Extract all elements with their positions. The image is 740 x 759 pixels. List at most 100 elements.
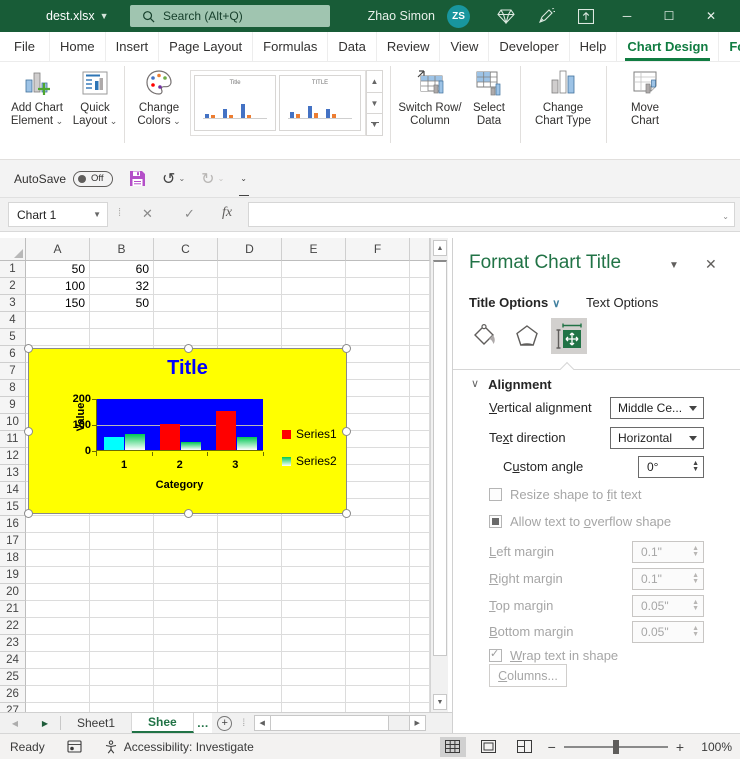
quick-layout-button[interactable]: Quick Layout xyxy=(70,66,120,128)
grid-cell-F10[interactable] xyxy=(346,414,410,431)
grid-cell-C22[interactable] xyxy=(154,618,218,635)
grid-cell-F3[interactable] xyxy=(346,295,410,312)
row-header-21[interactable]: 21 xyxy=(0,601,26,618)
bar-series1-cat3[interactable] xyxy=(216,411,236,450)
grid-cell-E16[interactable] xyxy=(282,516,346,533)
grid-cell-D22[interactable] xyxy=(218,618,282,635)
pane-close-icon[interactable]: ✕ xyxy=(705,256,717,273)
grid-cell-B18[interactable] xyxy=(90,550,154,567)
grid-cell-A22[interactable] xyxy=(26,618,90,635)
grid-cell-partial[interactable] xyxy=(410,550,430,567)
grid-cell-B4[interactable] xyxy=(90,312,154,329)
grid-cell-partial[interactable] xyxy=(410,618,430,635)
grid-cell-partial[interactable] xyxy=(410,635,430,652)
grid-cell-C2[interactable] xyxy=(154,278,218,295)
grid-cell-partial[interactable] xyxy=(410,278,430,295)
chart-handle-bottom-middle[interactable] xyxy=(184,509,193,518)
scroll-left-icon[interactable]: ◀ xyxy=(255,716,271,730)
grid-cell-A16[interactable] xyxy=(26,516,90,533)
formula-input[interactable]: ⌄ xyxy=(248,202,735,227)
pane-options-dropdown-icon[interactable]: ▼ xyxy=(669,260,679,271)
horizontal-scrollbar[interactable]: ◀ ▶ xyxy=(254,715,426,731)
page-break-view-button[interactable] xyxy=(512,737,538,757)
grid-cell-C3[interactable] xyxy=(154,295,218,312)
grid-cell-D27[interactable] xyxy=(218,703,282,712)
select-all-corner[interactable] xyxy=(0,238,26,261)
chart-handle-bottom-left[interactable] xyxy=(24,509,33,518)
grid-cell-A3[interactable]: 150 xyxy=(26,295,90,312)
grid-cell-B3[interactable]: 50 xyxy=(90,295,154,312)
grid-cell-C25[interactable] xyxy=(154,669,218,686)
grid-cell-partial[interactable] xyxy=(410,652,430,669)
row-header-18[interactable]: 18 xyxy=(0,550,26,567)
grid-cell-D2[interactable] xyxy=(218,278,282,295)
autosave-toggle[interactable]: Off xyxy=(73,171,113,187)
row-header-10[interactable]: 10 xyxy=(0,414,26,431)
grid-cell-partial[interactable] xyxy=(410,380,430,397)
gallery-scroll-up-button[interactable]: ▲ xyxy=(366,70,383,93)
vertical-scroll-thumb[interactable] xyxy=(433,260,447,656)
row-header-3[interactable]: 3 xyxy=(0,295,26,312)
zoom-out-icon[interactable]: − xyxy=(548,739,556,755)
row-header-5[interactable]: 5 xyxy=(0,329,26,346)
row-header-22[interactable]: 22 xyxy=(0,618,26,635)
grid-cell-partial[interactable] xyxy=(410,516,430,533)
tab-chart-design[interactable]: Chart Design xyxy=(617,32,719,61)
tab-formulas[interactable]: Formulas xyxy=(253,32,328,61)
bar-series1-cat2[interactable] xyxy=(160,424,180,450)
grid-cell-F17[interactable] xyxy=(346,533,410,550)
grid-cell-F1[interactable] xyxy=(346,261,410,278)
close-button[interactable]: ✕ xyxy=(690,0,732,32)
chart-handle-top-middle[interactable] xyxy=(184,344,193,353)
grid-cell-E24[interactable] xyxy=(282,652,346,669)
row-header-13[interactable]: 13 xyxy=(0,465,26,482)
grid-cell-A27[interactable] xyxy=(26,703,90,712)
row-header-11[interactable]: 11 xyxy=(0,431,26,448)
row-header-23[interactable]: 23 xyxy=(0,635,26,652)
grid-cell-D25[interactable] xyxy=(218,669,282,686)
grid-cell-partial[interactable] xyxy=(410,329,430,346)
grid-cell-partial[interactable] xyxy=(410,363,430,380)
normal-view-button[interactable] xyxy=(440,737,466,757)
custom-angle-spinner[interactable]: 0° ▲▼ xyxy=(638,456,704,478)
zoom-track[interactable] xyxy=(564,746,668,748)
column-header-F[interactable]: F xyxy=(346,238,410,261)
grid-cell-C16[interactable] xyxy=(154,516,218,533)
tab-text-options[interactable]: Text Options xyxy=(586,295,658,310)
scroll-up-icon[interactable]: ▲ xyxy=(433,240,447,256)
customize-qat-button[interactable]: ⌄ xyxy=(240,176,247,182)
grid-cell-F14[interactable] xyxy=(346,482,410,499)
row-header-17[interactable]: 17 xyxy=(0,533,26,550)
grid-cell-A17[interactable] xyxy=(26,533,90,550)
row-header-1[interactable]: 1 xyxy=(0,261,26,278)
grid-cell-partial[interactable] xyxy=(410,465,430,482)
vertical-alignment-dropdown[interactable]: Middle Ce... xyxy=(610,397,704,419)
row-header-20[interactable]: 20 xyxy=(0,584,26,601)
row-header-16[interactable]: 16 xyxy=(0,516,26,533)
grid-cell-B27[interactable] xyxy=(90,703,154,712)
grid-cell-E26[interactable] xyxy=(282,686,346,703)
cancel-icon[interactable]: ✕ xyxy=(142,206,153,222)
spinner-arrows-icon[interactable]: ▲▼ xyxy=(692,461,699,473)
row-header-6[interactable]: 6 xyxy=(0,346,26,363)
grid-cell-A5[interactable] xyxy=(26,329,90,346)
grid-cell-B5[interactable] xyxy=(90,329,154,346)
tab-file[interactable]: File xyxy=(0,32,50,61)
grid-cell-B26[interactable] xyxy=(90,686,154,703)
grid-cell-A26[interactable] xyxy=(26,686,90,703)
grid-cell-partial[interactable] xyxy=(410,295,430,312)
grid-cell-partial[interactable] xyxy=(410,703,430,712)
change-chart-type-button[interactable]: Change Chart Type xyxy=(526,66,600,128)
zoom-in-icon[interactable]: + xyxy=(676,739,684,755)
chart-handle-top-right[interactable] xyxy=(342,344,351,353)
text-direction-dropdown[interactable]: Horizontal xyxy=(610,427,704,449)
grid-cell-E19[interactable] xyxy=(282,567,346,584)
fill-line-icon[interactable] xyxy=(467,318,503,354)
chart-object[interactable]: Title Value 0100200 123 Category Series1… xyxy=(28,348,347,514)
formula-bar-splitter[interactable]: ⁞ xyxy=(118,207,121,219)
user-name[interactable]: Zhao Simon xyxy=(368,9,435,23)
row-header-7[interactable]: 7 xyxy=(0,363,26,380)
grid-cell-E5[interactable] xyxy=(282,329,346,346)
grid-cell-F21[interactable] xyxy=(346,601,410,618)
grid-cell-F25[interactable] xyxy=(346,669,410,686)
